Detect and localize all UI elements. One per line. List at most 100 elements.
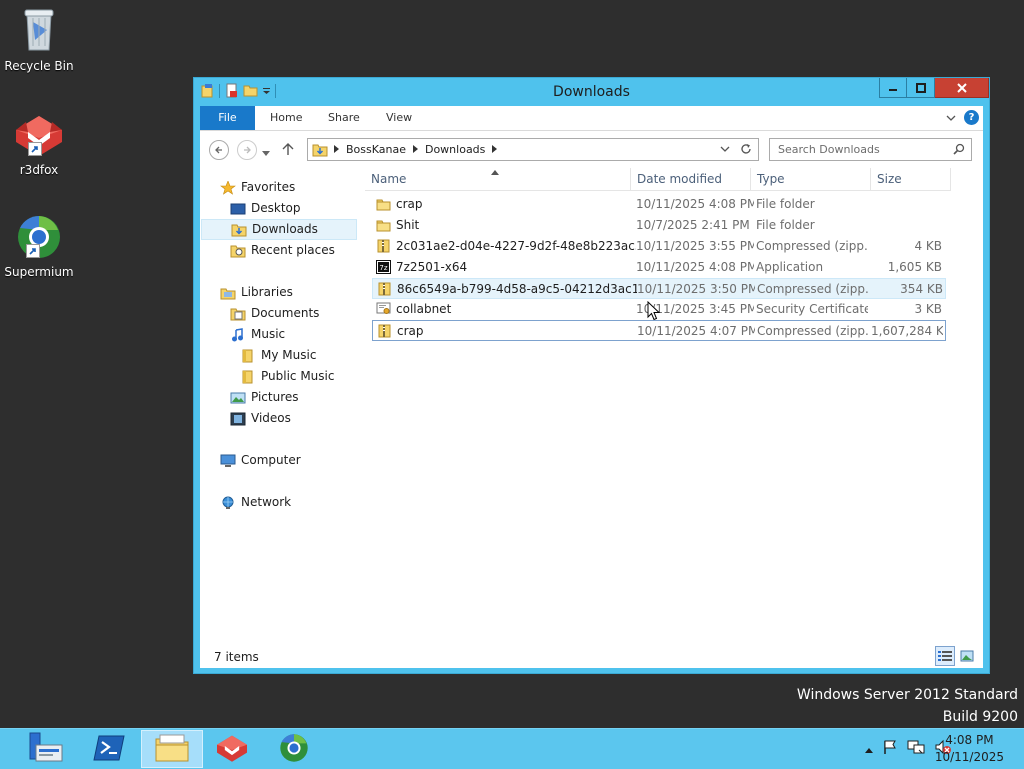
file-name: 2c031ae2-d04e-4227-9d2f-48e8b223ac50 <box>396 239 636 253</box>
nav-documents[interactable]: Documents <box>230 303 319 324</box>
os-build: Build 9200 <box>942 709 1018 725</box>
file-row[interactable]: 2c031ae2-d04e-4227-9d2f-48e8b223ac50 10/1… <box>372 236 946 257</box>
tab-file[interactable]: File <box>200 106 255 130</box>
nav-music[interactable]: Music <box>230 324 285 345</box>
title-bar[interactable]: Downloads <box>194 78 989 106</box>
minimize-button[interactable] <box>879 78 907 98</box>
header-divider <box>365 190 951 191</box>
file-date: 10/11/2025 3:50 PM <box>637 282 755 296</box>
nav-pictures[interactable]: Pictures <box>230 387 299 408</box>
address-bar[interactable]: BossKanae Downloads <box>307 138 759 161</box>
file-type: Security Certificate <box>756 302 868 316</box>
file-list: Name Date modified Type Size crap 10/11/2… <box>365 168 951 638</box>
pictures-icon <box>230 391 246 405</box>
r3dfox-icon <box>14 112 64 161</box>
taskbar-powershell[interactable] <box>78 730 140 768</box>
file-row[interactable]: crap 10/11/2025 4:08 PM File folder <box>372 194 946 215</box>
chevron-down-icon[interactable] <box>720 143 730 158</box>
maximize-button[interactable] <box>907 78 935 98</box>
zip-folder-icon <box>377 282 392 296</box>
nav-label: Computer <box>241 453 301 467</box>
taskbar: 4:08 PM 10/11/2025 <box>0 728 1024 769</box>
expand-ribbon-icon[interactable] <box>946 111 956 125</box>
search-box[interactable]: Search Downloads <box>769 138 972 161</box>
nav-videos[interactable]: Videos <box>230 408 291 429</box>
clock-time: 4:08 PM <box>945 733 994 747</box>
file-name: crap <box>397 324 424 338</box>
nav-public-music[interactable]: Public Music <box>240 366 334 387</box>
breadcrumb-chevron-icon[interactable] <box>334 143 339 156</box>
taskbar-supermium[interactable] <box>263 730 325 768</box>
tab-share[interactable]: Share <box>328 106 360 130</box>
tab-view[interactable]: View <box>386 106 412 130</box>
forward-button[interactable] <box>237 140 257 160</box>
nav-label: Favorites <box>241 180 296 194</box>
close-icon <box>956 82 967 93</box>
back-button[interactable] <box>209 140 229 160</box>
desktop-icon <box>230 202 246 216</box>
nav-computer[interactable]: Computer <box>220 450 301 471</box>
desktop-icon-supermium[interactable]: Supermium <box>1 214 77 279</box>
computer-icon <box>220 454 236 468</box>
details-view-icon <box>938 651 952 661</box>
column-header-type[interactable]: Type <box>751 168 871 190</box>
network-status-icon[interactable] <box>907 739 925 758</box>
nav-label: Desktop <box>251 201 301 215</box>
up-arrow-icon[interactable] <box>282 142 294 159</box>
nav-network[interactable]: Network <box>220 492 291 513</box>
item-count: 7 items <box>214 650 259 664</box>
os-edition: Windows Server 2012 Standard <box>796 687 1018 703</box>
system-clock[interactable]: 4:08 PM 10/11/2025 <box>935 732 1004 766</box>
file-row[interactable]: 7z 7z2501-x64 10/11/2025 4:08 PM Applicatio… <box>372 257 946 278</box>
libraries-icon <box>220 286 236 300</box>
show-hidden-icons-icon[interactable] <box>865 742 873 756</box>
file-type: Compressed (zipp... <box>757 282 869 296</box>
large-icons-view-icon <box>960 650 974 662</box>
documents-icon <box>230 307 246 321</box>
shortcut-arrow-icon <box>28 142 42 156</box>
close-button[interactable] <box>935 78 989 98</box>
breadcrumb-chevron-icon[interactable] <box>412 143 418 156</box>
action-center-flag-icon[interactable] <box>882 739 898 758</box>
tab-home[interactable]: Home <box>270 106 302 130</box>
large-icons-view-button[interactable] <box>957 646 977 666</box>
breadcrumb-item[interactable]: BossKanae <box>346 143 406 156</box>
breadcrumb-chevron-icon[interactable] <box>492 143 498 156</box>
downloads-folder-icon <box>312 142 328 160</box>
nav-downloads[interactable]: Downloads <box>201 219 357 240</box>
file-row[interactable]: 86c6549a-b799-4d58-a9c5-04212d3ac17e 10/1… <box>372 278 946 299</box>
file-size: 354 KB <box>900 282 943 296</box>
navigation-bar: BossKanae Downloads Search Downloads <box>200 131 983 168</box>
help-icon[interactable]: ? <box>964 110 979 125</box>
recycle-bin-icon <box>19 6 59 57</box>
desktop-icon-r3dfox[interactable]: r3dfox <box>1 112 77 177</box>
nav-my-music[interactable]: My Music <box>240 345 316 366</box>
search-icon[interactable] <box>953 143 965 158</box>
desktop-icon-recycle-bin[interactable]: Recycle Bin <box>1 6 77 73</box>
taskbar-file-explorer[interactable] <box>141 730 203 768</box>
column-header-date[interactable]: Date modified <box>631 168 751 190</box>
breadcrumb-item[interactable]: Downloads <box>425 143 485 156</box>
column-label: Name <box>371 172 407 186</box>
file-type: File folder <box>756 197 815 211</box>
nav-desktop[interactable]: Desktop <box>230 198 301 219</box>
taskbar-r3dfox[interactable] <box>201 730 263 768</box>
nav-recent-places[interactable]: Recent places <box>230 240 335 261</box>
details-view-button[interactable] <box>935 646 955 666</box>
taskbar-server-manager[interactable] <box>15 730 77 768</box>
videos-icon <box>230 412 246 426</box>
file-size: 4 KB <box>914 239 942 253</box>
nav-libraries[interactable]: Libraries <box>220 282 293 303</box>
column-header-size[interactable]: Size <box>871 168 951 190</box>
file-type: Compressed (zipp... <box>756 239 868 253</box>
explorer-window[interactable]: Downloads File Home Share View ? BossKan… <box>193 77 990 674</box>
nav-label: Music <box>251 327 286 341</box>
refresh-icon[interactable] <box>740 143 752 158</box>
column-header-name[interactable]: Name <box>365 168 631 190</box>
status-bar: 7 items <box>200 638 983 668</box>
file-row[interactable]: Shit 10/7/2025 2:41 PM File folder <box>372 215 946 236</box>
nav-label: Videos <box>251 411 291 425</box>
recent-locations-icon[interactable] <box>262 146 270 160</box>
nav-favorites[interactable]: Favorites <box>220 177 295 198</box>
certificate-icon <box>376 302 391 316</box>
